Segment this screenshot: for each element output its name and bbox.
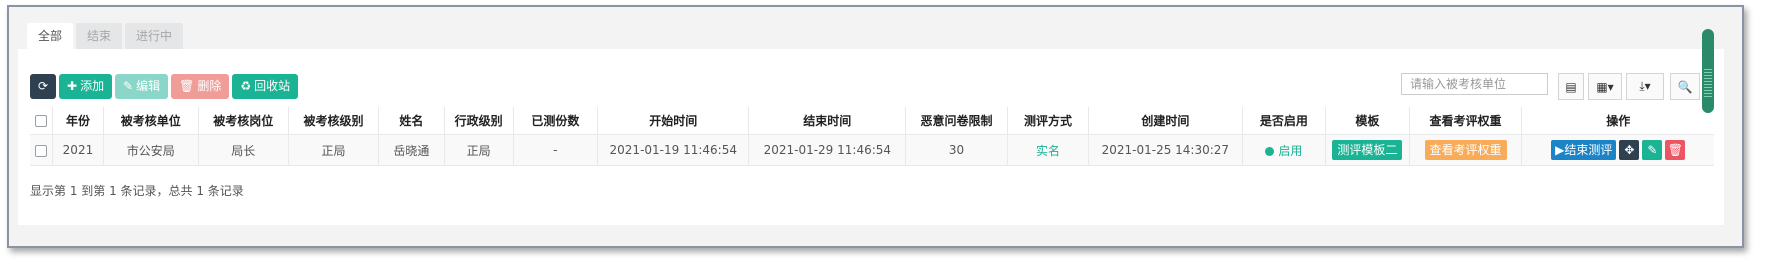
recycle-button-label: 回收站	[254, 79, 291, 93]
enabled-cell: 启用	[1242, 134, 1327, 166]
recycle-icon: ♻	[240, 79, 252, 93]
play-icon: ▶	[1555, 143, 1565, 157]
data-table: 年份 被考核单位 被考核岗位 被考核级别 姓名 行政级别 已测份数 开始时间 结…	[30, 107, 1714, 166]
column-header[interactable]: 测评方式	[1007, 107, 1090, 135]
end-evaluation-label: 结束测评	[1564, 143, 1613, 157]
delete-row-button[interactable]: 🗑	[1665, 140, 1686, 160]
tab-finished[interactable]: 结束	[76, 23, 123, 50]
level-cell: 正局	[288, 134, 380, 166]
grip-icon	[1704, 69, 1712, 99]
toggle-view-button[interactable]: ▤	[1558, 73, 1584, 100]
delete-button-label: 删除	[197, 79, 222, 93]
start-time-cell: 2021-01-19 11:46:54	[597, 134, 750, 166]
search-input[interactable]: 请输入被考核单位	[1401, 73, 1548, 95]
column-header[interactable]: 被考核岗位	[198, 107, 289, 135]
add-button[interactable]: ✚ 添加	[59, 74, 113, 99]
tab-bar: 全部 结束 进行中	[27, 23, 186, 50]
column-header[interactable]: 操作	[1521, 107, 1714, 135]
template-badge[interactable]: 测评模板二	[1332, 140, 1403, 160]
pagination-info: 显示第 1 到第 1 条记录，总共 1 条记录	[30, 184, 244, 198]
edit-button[interactable]: ✎ 编辑	[115, 74, 169, 99]
pencil-icon: ✎	[1647, 143, 1658, 157]
edit-button-label: 编辑	[136, 79, 161, 93]
column-header[interactable]: 开始时间	[597, 107, 750, 135]
row-select-cell[interactable]	[30, 134, 54, 166]
template-cell: 测评模板二	[1325, 134, 1410, 166]
column-header[interactable]: 被考核单位	[103, 107, 199, 135]
end-evaluation-button[interactable]: ▶ 结束测评	[1551, 140, 1617, 160]
column-header[interactable]: 姓名	[378, 107, 445, 135]
move-button[interactable]: ✥	[1619, 140, 1640, 160]
plus-icon: ✚	[67, 79, 78, 93]
column-header[interactable]: 模板	[1325, 107, 1410, 135]
end-time-cell: 2021-01-29 11:46:54	[748, 134, 907, 166]
column-header[interactable]: 查看考评权重	[1409, 107, 1523, 135]
edit-row-button[interactable]: ✎	[1642, 140, 1663, 160]
refresh-icon: ⟳	[37, 79, 49, 93]
column-header[interactable]: 已测份数	[513, 107, 599, 135]
table-row[interactable]: 2021 市公安局 局长 正局 岳晓通 正局 - 2021-01-19 11:4…	[30, 134, 1714, 166]
column-header[interactable]: 是否启用	[1242, 107, 1327, 135]
select-all-checkbox[interactable]	[35, 115, 48, 127]
post-cell: 局长	[198, 134, 289, 166]
export-button[interactable]: ⤓▾	[1626, 73, 1664, 100]
table-header-row: 年份 被考核单位 被考核岗位 被考核级别 姓名 行政级别 已测份数 开始时间 结…	[30, 107, 1714, 135]
toolbar: ⟳ ✚ 添加 ✎ 编辑 🗑 删除 ♻ 回收站	[30, 74, 301, 99]
weight-cell: 查看考评权重	[1409, 134, 1523, 166]
trash-icon: 🗑	[179, 79, 195, 93]
status-dot-icon	[1265, 146, 1275, 156]
column-header[interactable]: 行政级别	[444, 107, 514, 135]
created-time-cell: 2021-01-25 14:30:27	[1088, 134, 1243, 166]
grid-icon: ▦▾	[1596, 79, 1614, 94]
trash-icon: 🗑	[1667, 143, 1683, 157]
method-cell: 实名	[1007, 134, 1090, 166]
delete-button[interactable]: 🗑 删除	[171, 74, 230, 99]
download-icon: ⤓▾	[1639, 79, 1651, 93]
search-icon: 🔍	[1677, 79, 1693, 94]
scrollbar-thumb[interactable]	[1702, 29, 1714, 113]
column-header[interactable]: 创建时间	[1088, 107, 1243, 135]
list-icon: ▤	[1565, 79, 1577, 94]
enabled-status: 启用	[1278, 143, 1303, 158]
pencil-icon: ✎	[123, 79, 134, 93]
tab-all[interactable]: 全部	[27, 23, 74, 50]
column-header[interactable]: 被考核级别	[288, 107, 380, 135]
select-all-header[interactable]	[30, 107, 54, 135]
year-cell: 2021	[52, 134, 104, 166]
add-button-label: 添加	[80, 79, 105, 93]
count-cell: -	[513, 134, 599, 166]
admin-level-cell: 正局	[444, 134, 514, 166]
column-header[interactable]: 恶意问卷限制	[905, 107, 1008, 135]
actions-cell: ▶ 结束测评 ✥ ✎ 🗑	[1521, 134, 1714, 166]
name-cell: 岳晓通	[378, 134, 445, 166]
limit-cell: 30	[905, 134, 1008, 166]
column-header[interactable]: 年份	[52, 107, 104, 135]
refresh-button[interactable]: ⟳	[30, 74, 56, 99]
search-button[interactable]: 🔍	[1670, 73, 1700, 100]
unit-cell: 市公安局	[103, 134, 199, 166]
recycle-bin-button[interactable]: ♻ 回收站	[232, 74, 299, 99]
move-icon: ✥	[1624, 143, 1635, 157]
row-checkbox[interactable]	[35, 144, 48, 157]
column-header[interactable]: 结束时间	[748, 107, 907, 135]
view-weight-button[interactable]: 查看考评权重	[1424, 140, 1507, 160]
tab-in-progress[interactable]: 进行中	[125, 23, 184, 50]
columns-button[interactable]: ▦▾	[1588, 73, 1622, 100]
